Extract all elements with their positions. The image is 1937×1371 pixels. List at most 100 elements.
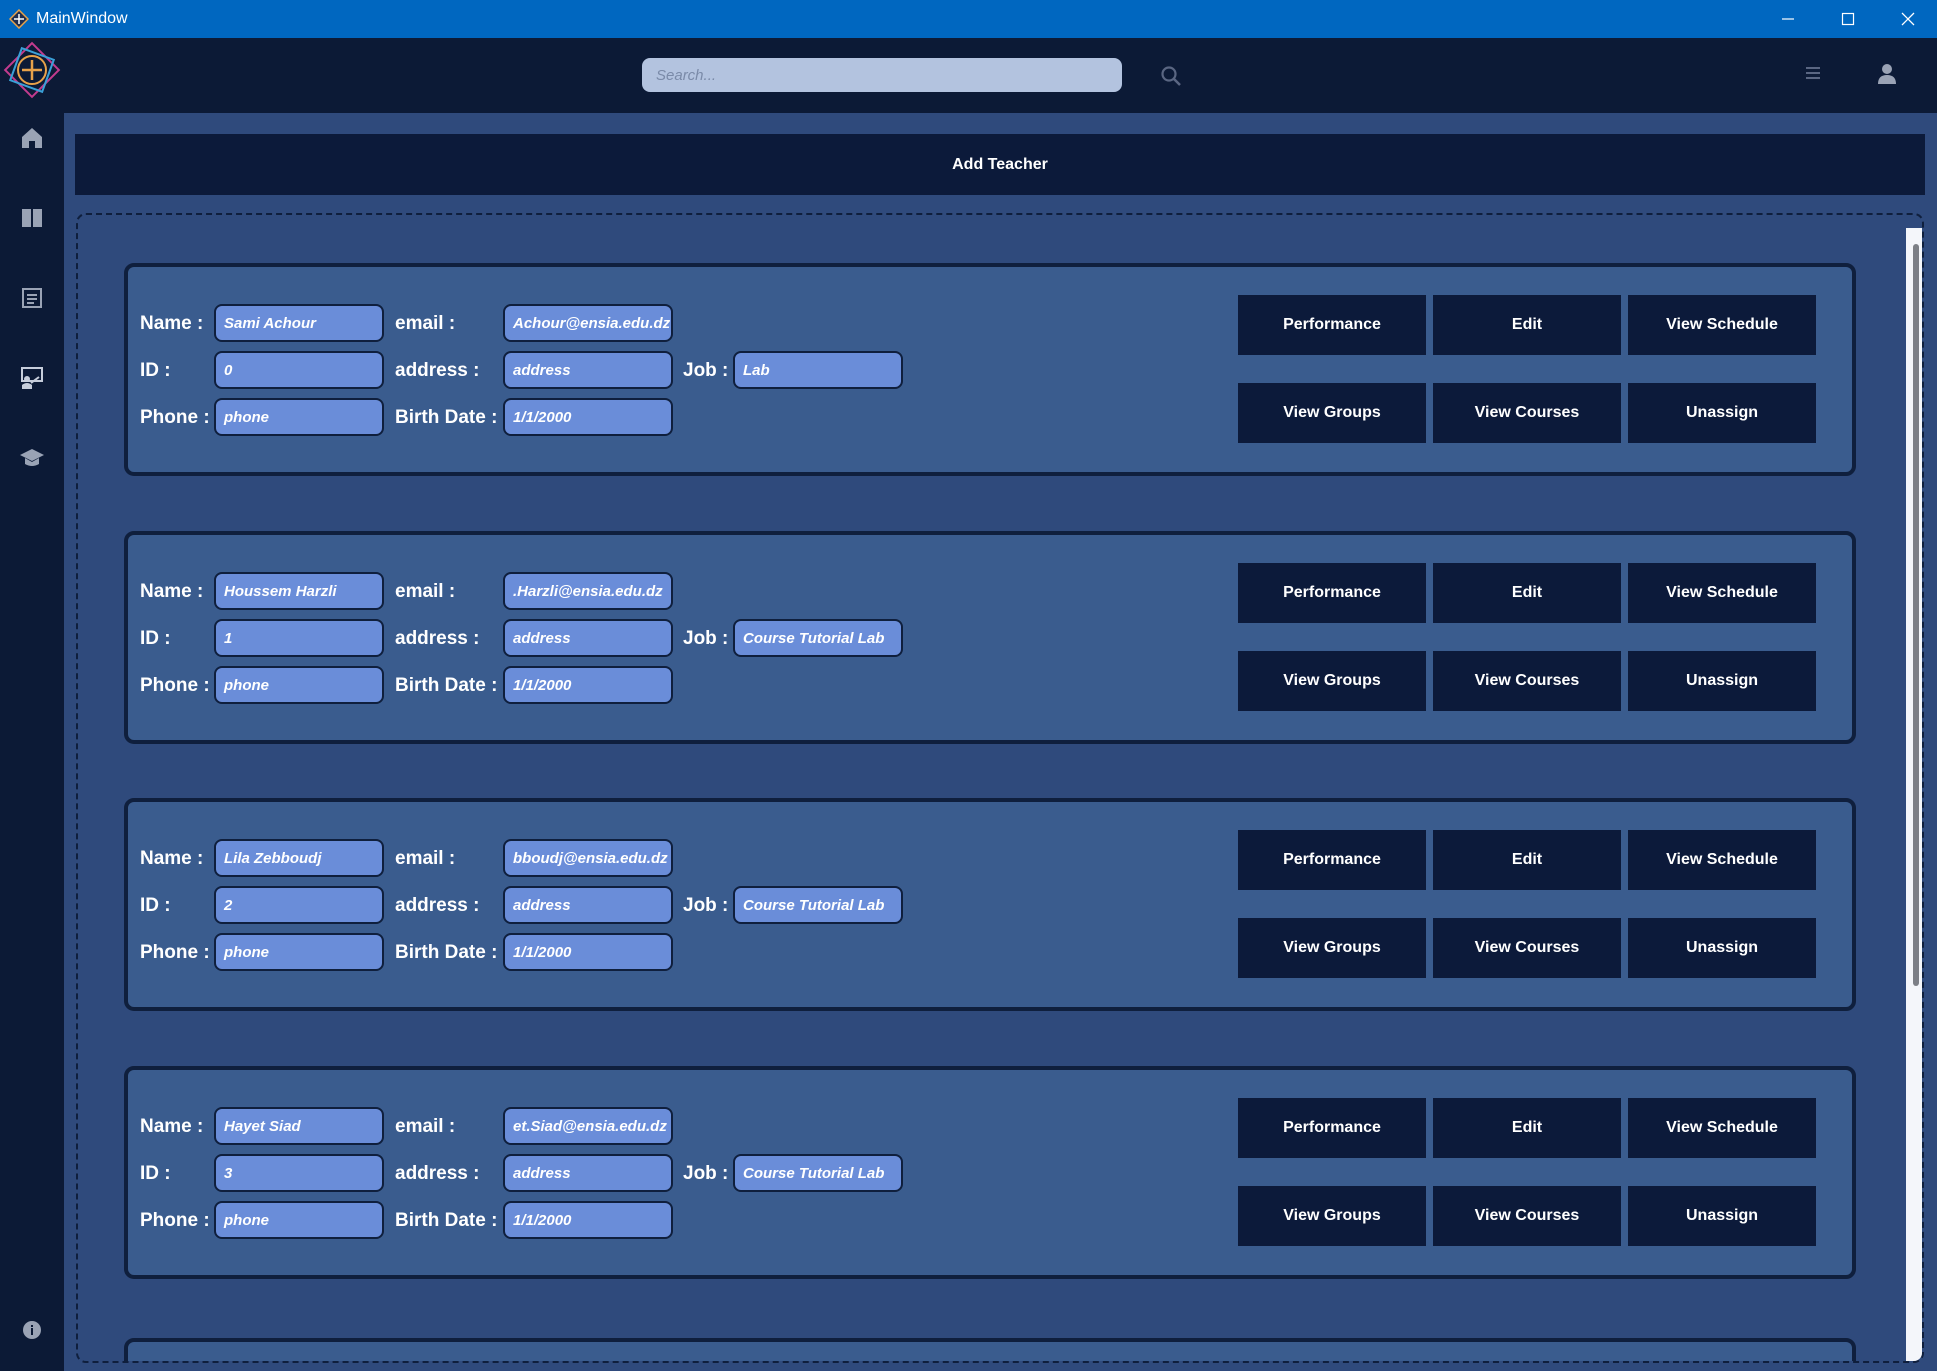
hamburger-menu-icon [1806, 67, 1820, 79]
title-bar: MainWindow [0, 0, 1937, 38]
job-field[interactable]: Lab [733, 351, 903, 389]
name-field[interactable]: Lila Zebboudj [214, 839, 384, 877]
minimize-button[interactable] [1759, 0, 1817, 38]
email-field[interactable]: bboudj@ensia.edu.dz [503, 839, 673, 877]
id-field[interactable]: 3 [214, 1154, 384, 1192]
id-label: ID : [140, 1163, 171, 1184]
scrollbar[interactable] [1906, 228, 1922, 1361]
job-label: Job : [683, 360, 729, 381]
id-label: ID : [140, 628, 171, 649]
email-field[interactable]: Achour@ensia.edu.dz [503, 304, 673, 342]
birth-date-field[interactable]: 1/1/2000 [503, 933, 673, 971]
name-field[interactable]: Hayet Siad [214, 1107, 384, 1145]
address-field[interactable]: address [503, 1154, 673, 1192]
view-groups-button[interactable]: View Groups [1238, 383, 1426, 443]
maximize-button[interactable] [1819, 0, 1877, 38]
unassign-button[interactable]: Unassign [1628, 383, 1816, 443]
name-label: Name : [140, 581, 204, 602]
edit-button[interactable]: Edit [1433, 830, 1621, 890]
edit-button[interactable]: Edit [1433, 295, 1621, 355]
job-field[interactable]: Course Tutorial Lab [733, 1154, 903, 1192]
view-courses-button[interactable]: View Courses [1433, 1186, 1621, 1246]
phone-label: Phone : [140, 1210, 210, 1231]
unassign-button[interactable]: Unassign [1628, 651, 1816, 711]
main-content: Add Teacher Name : Sami Achour email : A… [64, 113, 1937, 1371]
phone-field[interactable]: phone [214, 933, 384, 971]
birth-date-field[interactable]: 1/1/2000 [503, 1201, 673, 1239]
performance-button[interactable]: Performance [1238, 830, 1426, 890]
info-button[interactable] [18, 1316, 46, 1344]
birth-date-field[interactable]: 1/1/2000 [503, 666, 673, 704]
performance-button[interactable]: Performance [1238, 1098, 1426, 1158]
view-schedule-button[interactable]: View Schedule [1628, 1098, 1816, 1158]
id-field[interactable]: 2 [214, 886, 384, 924]
profile-button[interactable] [1877, 63, 1897, 90]
performance-button[interactable]: Performance [1238, 563, 1426, 623]
id-label: ID : [140, 360, 171, 381]
view-groups-button[interactable]: View Groups [1238, 651, 1426, 711]
address-field[interactable]: address [503, 351, 673, 389]
search-input[interactable] [642, 58, 1122, 92]
unassign-button[interactable]: Unassign [1628, 918, 1816, 978]
view-courses-button[interactable]: View Courses [1433, 651, 1621, 711]
graduation-cap-icon [20, 449, 44, 466]
minimize-icon [1782, 18, 1794, 20]
sidebar-item-list[interactable] [18, 284, 46, 312]
search-button[interactable] [1159, 64, 1183, 93]
sidebar-item-students[interactable] [18, 444, 46, 472]
search-icon [1161, 66, 1181, 86]
birth-date-label: Birth Date : [395, 1210, 498, 1231]
phone-field[interactable]: phone [214, 1201, 384, 1239]
id-label: ID : [140, 895, 171, 916]
view-schedule-button[interactable]: View Schedule [1628, 563, 1816, 623]
job-label: Job : [683, 628, 729, 649]
unassign-button[interactable]: Unassign [1628, 1186, 1816, 1246]
maximize-icon [1841, 12, 1855, 26]
teacher-card: Name : Lila Zebboudj email : bboudj@ensi… [124, 798, 1856, 1011]
job-label: Job : [683, 895, 729, 916]
address-field[interactable]: address [503, 619, 673, 657]
address-field[interactable]: address [503, 886, 673, 924]
close-button[interactable] [1879, 0, 1937, 38]
job-field[interactable]: Course Tutorial Lab [733, 886, 903, 924]
add-teacher-button[interactable]: Add Teacher [75, 134, 1925, 195]
edit-button[interactable]: Edit [1433, 563, 1621, 623]
phone-label: Phone : [140, 407, 210, 428]
view-schedule-button[interactable]: View Schedule [1628, 830, 1816, 890]
id-field[interactable]: 1 [214, 619, 384, 657]
phone-field[interactable]: phone [214, 666, 384, 704]
teacher-card: Name : Sami Achour email : Achour@ensia.… [124, 263, 1856, 476]
view-courses-button[interactable]: View Courses [1433, 918, 1621, 978]
name-field[interactable]: Houssem Harzli [214, 572, 384, 610]
birth-date-field[interactable]: 1/1/2000 [503, 398, 673, 436]
top-bar [64, 38, 1937, 113]
sidebar-item-teachers[interactable] [18, 364, 46, 392]
phone-field[interactable]: phone [214, 398, 384, 436]
view-groups-button[interactable]: View Groups [1238, 1186, 1426, 1246]
email-label: email : [395, 581, 456, 602]
edit-button[interactable]: Edit [1433, 1098, 1621, 1158]
view-groups-button[interactable]: View Groups [1238, 918, 1426, 978]
id-field[interactable]: 0 [214, 351, 384, 389]
user-icon [1878, 64, 1896, 84]
email-field[interactable]: et.Siad@ensia.edu.dz [503, 1107, 673, 1145]
email-field[interactable]: .Harzli@ensia.edu.dz [503, 572, 673, 610]
birth-date-label: Birth Date : [395, 942, 498, 963]
scrollbar-thumb[interactable] [1913, 244, 1919, 986]
performance-button[interactable]: Performance [1238, 295, 1426, 355]
address-label: address : [395, 895, 480, 916]
address-label: address : [395, 360, 480, 381]
teacher-icon [21, 367, 43, 389]
sidebar-item-books[interactable] [18, 204, 46, 232]
sidebar-item-home[interactable] [18, 124, 46, 152]
name-field[interactable]: Sami Achour [214, 304, 384, 342]
job-field[interactable]: Course Tutorial Lab [733, 619, 903, 657]
window-title: MainWindow [36, 10, 128, 27]
menu-button[interactable] [1804, 64, 1822, 87]
view-schedule-button[interactable]: View Schedule [1628, 295, 1816, 355]
phone-label: Phone : [140, 675, 210, 696]
view-courses-button[interactable]: View Courses [1433, 383, 1621, 443]
teacher-list: Name : Sami Achour email : Achour@ensia.… [76, 213, 1924, 1363]
address-label: address : [395, 1163, 480, 1184]
job-label: Job : [683, 1163, 729, 1184]
